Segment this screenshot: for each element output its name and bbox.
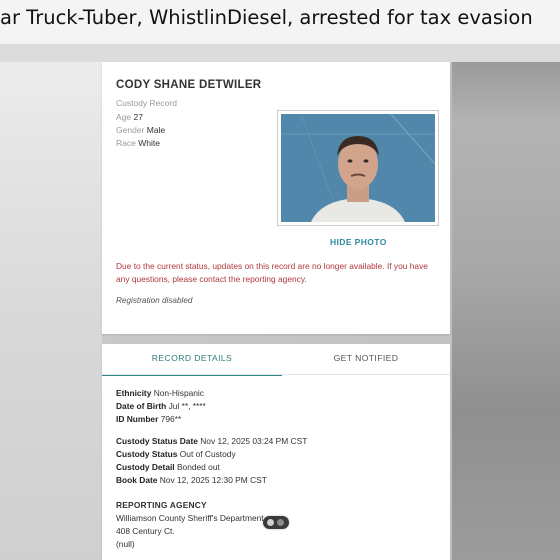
dob-value: Jul **, **** <box>168 401 206 411</box>
ethnicity-row: Ethnicity Non-Hispanic <box>116 388 204 398</box>
race-label: Race <box>116 138 136 148</box>
book-date-row: Book Date Nov 12, 2025 12:30 PM CST <box>116 475 267 485</box>
agency-name: Williamson County Sheriff's Department <box>116 513 264 523</box>
custody-status-label: Custody Status <box>116 449 178 459</box>
gender-row: Gender Male <box>116 125 165 135</box>
age-value: 27 <box>133 112 143 122</box>
ethnicity-label: Ethnicity <box>116 388 152 398</box>
ethnicity-value: Non-Hispanic <box>153 388 204 398</box>
headline-bar: ar Truck-Tuber, WhistlinDiesel, arrested… <box>0 0 560 44</box>
hide-photo-link[interactable]: HIDE PHOTO <box>330 237 387 247</box>
gender-label: Gender <box>116 125 145 135</box>
mugshot-illustration <box>281 114 435 222</box>
reporting-agency-heading: REPORTING AGENCY <box>116 500 207 510</box>
custody-status-date-label: Custody Status Date <box>116 436 198 446</box>
custody-record-card: CODY SHANE DETWILER Custody Record Age 2… <box>102 62 450 334</box>
record-type: Custody Record <box>116 98 177 108</box>
id-number-row: ID Number 796** <box>116 414 181 424</box>
tabs-divider <box>102 374 450 375</box>
age-label: Age <box>116 112 132 122</box>
tab-get-notified[interactable]: GET NOTIFIED <box>282 344 450 374</box>
headline-text: ar Truck-Tuber, WhistlinDiesel, arrested… <box>0 6 533 29</box>
inmate-name: CODY SHANE DETWILER <box>116 79 262 91</box>
custody-detail-value: Bonded out <box>176 462 220 472</box>
dob-row: Date of Birth Jul **, **** <box>116 401 206 411</box>
status-notice: Due to the current status, updates on th… <box>116 261 428 284</box>
book-date-value: Nov 12, 2025 12:30 PM CST <box>159 475 267 485</box>
id-number-value: 796** <box>160 414 182 424</box>
background-left-blur <box>0 62 102 560</box>
custody-detail-label: Custody Detail <box>116 462 175 472</box>
mugshot-frame <box>277 110 439 226</box>
book-date-label: Book Date <box>116 475 158 485</box>
agency-address: 408 Century Ct. <box>116 526 175 536</box>
mugshot-photo <box>281 114 435 222</box>
agency-extra: (null) <box>116 539 135 549</box>
custody-status-row: Custody Status Out of Custody <box>116 449 236 459</box>
custody-status-date-value: Nov 12, 2025 03:24 PM CST <box>200 436 308 446</box>
race-row: Race White <box>116 138 160 148</box>
gender-value: Male <box>146 125 166 135</box>
id-number-label: ID Number <box>116 414 159 424</box>
registration-status: Registration disabled <box>116 296 193 305</box>
custody-status-date-row: Custody Status Date Nov 12, 2025 03:24 P… <box>116 436 307 446</box>
tab-record-details[interactable]: RECORD DETAILS <box>102 344 282 376</box>
toggle-switch[interactable] <box>263 516 289 529</box>
custody-detail-row: Custody Detail Bonded out <box>116 462 220 472</box>
custody-status-value: Out of Custody <box>179 449 236 459</box>
background-right-blur <box>452 62 560 560</box>
dob-label: Date of Birth <box>116 401 167 411</box>
race-value: White <box>138 138 160 148</box>
age-row: Age 27 <box>116 112 143 122</box>
